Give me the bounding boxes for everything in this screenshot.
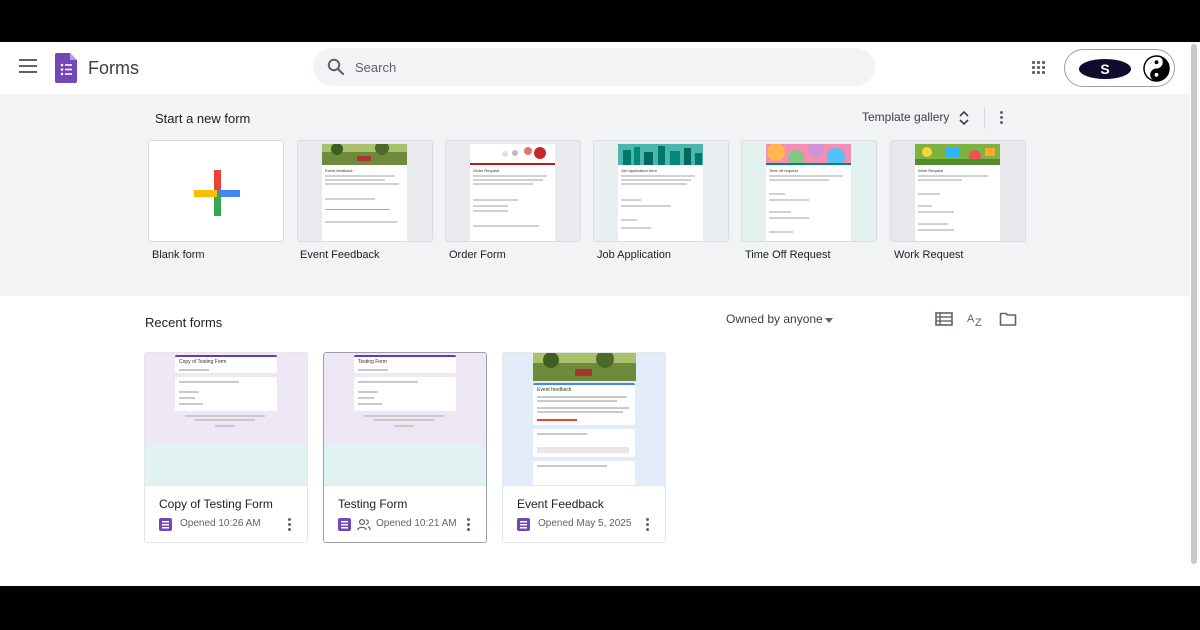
thumb-question-card <box>175 377 277 411</box>
template-preview: Work Request <box>915 165 1000 241</box>
form-thumbnail: Event feedback <box>503 353 665 486</box>
form-more-options-icon[interactable] <box>467 518 471 532</box>
template-job-application[interactable]: Job application form <box>593 140 729 242</box>
template-order-form[interactable]: Order Request <box>445 140 581 242</box>
template-event-feedback[interactable]: Event feedback <box>297 140 433 242</box>
account-logo: S <box>1079 59 1131 79</box>
account-avatar-icon <box>1143 55 1170 82</box>
template-label: Blank form <box>152 249 205 261</box>
search-icon[interactable] <box>327 58 345 76</box>
recent-form-card[interactable]: Event feedback Event Feedback Opened May… <box>502 352 666 543</box>
form-name: Copy of Testing Form <box>159 497 273 511</box>
account-switcher[interactable]: S <box>1064 49 1175 87</box>
template-time-off-request[interactable]: Time off request <box>741 140 877 242</box>
preview-title: Work Request <box>918 168 944 173</box>
template-label: Order Form <box>449 249 506 261</box>
owner-filter-dropdown[interactable]: Owned by anyone <box>726 312 823 326</box>
thumb-question-card <box>533 461 635 485</box>
form-more-options-icon[interactable] <box>646 518 650 532</box>
form-thumbnail: Copy of Testing Form <box>145 353 307 486</box>
google-apps-icon[interactable] <box>1032 61 1046 75</box>
opened-time: Opened 10:21 AM <box>376 518 457 529</box>
template-section-title: Start a new form <box>155 111 251 126</box>
forms-file-icon <box>338 518 351 531</box>
recent-form-card[interactable]: Copy of Testing Form Copy of Testing For… <box>144 352 308 543</box>
thumb-question-card <box>354 377 456 411</box>
thumb-title: Event feedback <box>537 387 572 393</box>
thumb-title: Testing Form <box>358 359 387 365</box>
time-off-banner-image <box>766 144 851 165</box>
svg-text:A: A <box>967 313 975 325</box>
preview-title: Event feedback <box>325 168 353 173</box>
list-view-icon[interactable] <box>935 310 953 328</box>
divider <box>984 107 985 129</box>
folder-icon[interactable] <box>999 310 1017 328</box>
search-input[interactable] <box>355 48 855 86</box>
opened-time: Opened May 5, 2025 <box>538 518 632 529</box>
event-banner-image <box>533 353 636 381</box>
header: Forms S <box>0 42 1190 94</box>
template-preview: Time off request <box>766 165 851 241</box>
event-banner-image <box>322 144 407 165</box>
template-section: Start a new form Template gallery Blank … <box>0 94 1190 296</box>
form-name: Event Feedback <box>517 497 604 511</box>
main-menu-icon[interactable] <box>19 59 37 73</box>
svg-text:Z: Z <box>975 317 982 328</box>
opened-time: Opened 10:26 AM <box>180 518 261 529</box>
thumb-question-card <box>533 429 635 457</box>
preview-title: Job application form <box>621 168 657 173</box>
thumb-header-card: Testing Form <box>354 355 456 373</box>
shared-people-icon <box>357 518 371 531</box>
form-name: Testing Form <box>338 497 408 511</box>
order-banner-image <box>470 144 555 165</box>
app-title[interactable]: Forms <box>88 58 139 79</box>
form-thumbnail: Testing Form <box>324 353 486 486</box>
preview-title: Order Request <box>473 168 500 173</box>
recent-form-card[interactable]: Testing Form Testing Form Opened 10:21 A… <box>323 352 487 543</box>
template-work-request[interactable]: Work Request <box>890 140 1026 242</box>
recent-section-title: Recent forms <box>145 315 223 330</box>
template-gallery-button[interactable]: Template gallery <box>862 110 949 124</box>
scrollbar[interactable] <box>1191 44 1197 564</box>
template-preview: Order Request <box>470 165 555 241</box>
template-blank-form[interactable] <box>148 140 284 242</box>
plus-icon <box>194 170 240 216</box>
template-label: Work Request <box>894 249 964 261</box>
template-label: Time Off Request <box>745 249 831 261</box>
work-banner-image <box>915 144 1000 165</box>
forms-logo-icon[interactable] <box>55 53 77 83</box>
thumb-header-card: Copy of Testing Form <box>175 355 277 373</box>
template-label: Event Feedback <box>300 249 380 261</box>
forms-file-icon <box>517 518 530 531</box>
template-more-options-icon[interactable] <box>1000 111 1004 125</box>
search-box[interactable] <box>313 48 875 86</box>
sort-az-icon[interactable]: A Z <box>967 310 985 328</box>
dropdown-caret-icon[interactable] <box>825 318 833 323</box>
forms-file-icon <box>159 518 172 531</box>
template-preview: Job application form <box>618 165 703 241</box>
thumb-header-card: Event feedback <box>533 383 635 425</box>
unfold-more-icon[interactable] <box>958 110 970 126</box>
template-preview: Event feedback <box>322 165 407 241</box>
thumb-title: Copy of Testing Form <box>179 359 227 365</box>
preview-title: Time off request <box>769 168 798 173</box>
template-label: Job Application <box>597 249 671 261</box>
form-more-options-icon[interactable] <box>288 518 292 532</box>
forms-home: Forms S Start a new form Template <box>0 42 1200 586</box>
job-banner-image <box>618 144 703 165</box>
